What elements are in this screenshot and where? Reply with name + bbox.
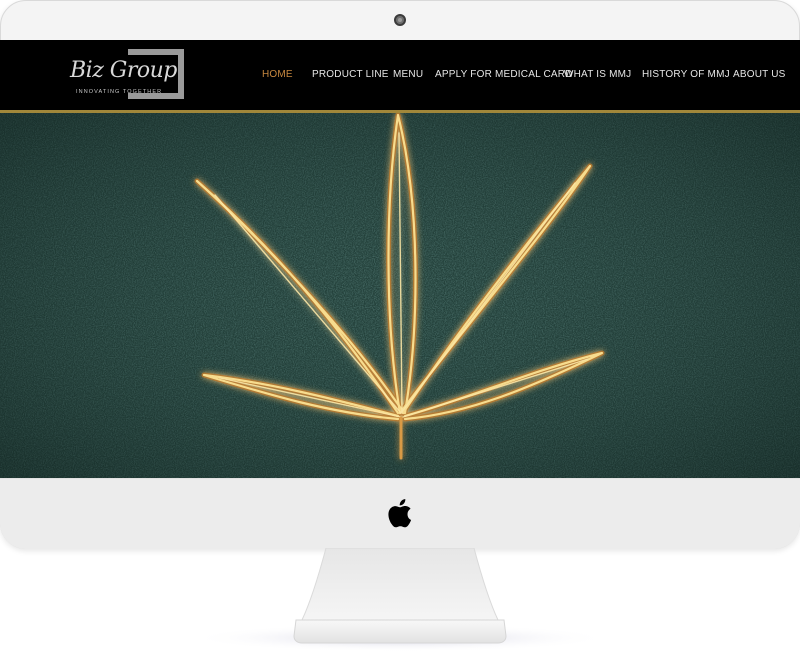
- website-screen: Biz Group INNOVATING TOGETHER HOME PRODU…: [0, 40, 800, 478]
- imac-mockup: Biz Group INNOVATING TOGETHER HOME PRODU…: [0, 0, 800, 653]
- apple-logo-icon: [388, 499, 412, 528]
- monitor-stand: [190, 548, 610, 652]
- nav-item-about-us[interactable]: ABOUT US: [733, 69, 786, 80]
- nav-item-menu[interactable]: MENU: [393, 69, 423, 80]
- camera-icon: [394, 14, 406, 26]
- nav-item-what-is-mmj[interactable]: WHAT IS MMJ: [564, 69, 631, 80]
- site-header: Biz Group INNOVATING TOGETHER HOME PRODU…: [0, 40, 800, 113]
- nav-item-history-of-mmj[interactable]: HISTORY OF MMJ: [642, 69, 730, 80]
- hero-image: [0, 113, 800, 478]
- nav-item-product-line[interactable]: PRODUCT LINE: [312, 69, 389, 80]
- hero-banner: [0, 113, 800, 478]
- nav-item-home[interactable]: HOME: [262, 69, 293, 80]
- nav-item-apply-for-medical-card[interactable]: APPLY FOR MEDICAL CARD: [435, 69, 573, 80]
- main-nav: HOME PRODUCT LINE MENU APPLY FOR MEDICAL…: [0, 40, 800, 110]
